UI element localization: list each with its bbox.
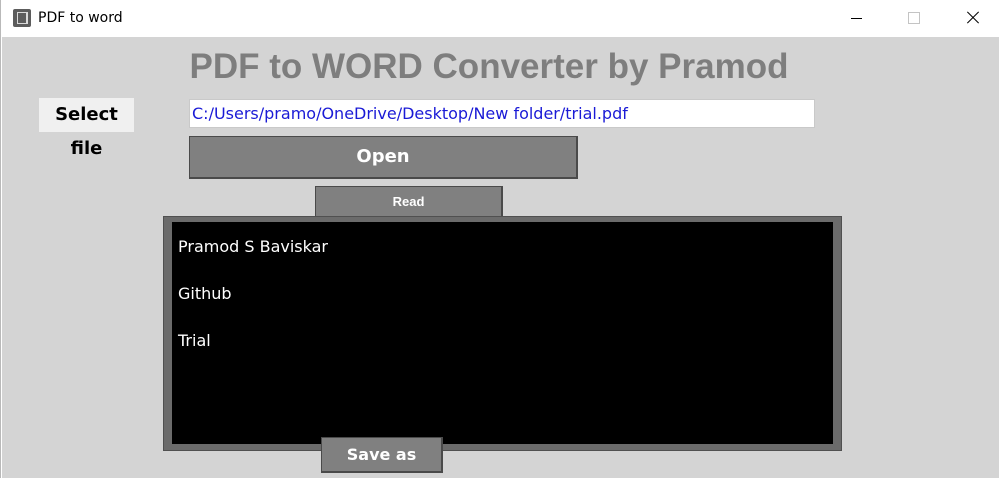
open-button[interactable]: Open [189,136,578,179]
client-area: PDF to WORD Converter by Pramod Select f… [2,37,999,497]
text-line: Pramod S Baviskar [178,237,329,256]
read-button[interactable]: Read [315,186,503,216]
page-title: PDF to WORD Converter by Pramod [189,47,789,86]
text-line: Github [178,284,232,303]
minimize-icon[interactable] [827,0,885,37]
app-document-icon [13,9,31,27]
close-icon[interactable] [943,0,999,37]
maximize-icon[interactable] [885,0,943,37]
window-title: PDF to word [38,10,123,26]
text-output-area[interactable]: Pramod S Baviskar Github Trial [172,222,833,444]
title-bar[interactable]: PDF to word [1,0,999,37]
text-line: Trial [178,331,211,350]
save-as-word-button[interactable]: Save as word [321,437,443,497]
text-output-frame: Pramod S Baviskar Github Trial [163,216,842,451]
app-window: PDF to word PDF to WORD Converter by Pra… [0,0,999,497]
select-file-label: Select file [39,98,134,159]
file-path-input[interactable] [189,99,815,128]
